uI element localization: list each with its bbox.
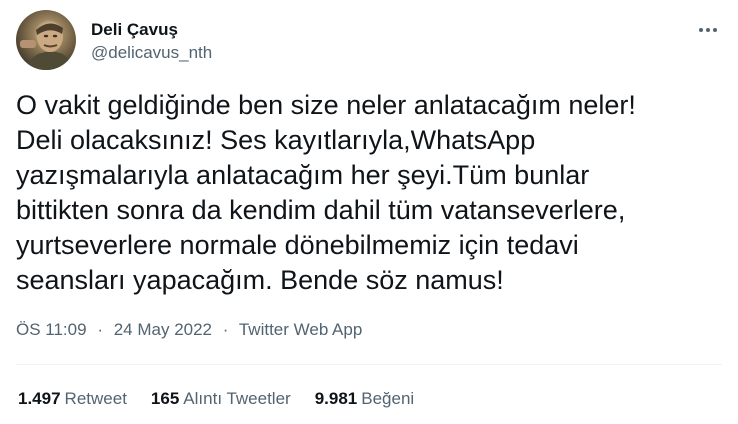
tweet-date[interactable]: 24 May 2022: [114, 320, 212, 339]
tweet-header: Deli Çavuş @delicavus_nth: [16, 10, 726, 70]
tweet-meta: ÖS 11:09 · 24 May 2022 · Twitter Web App: [16, 320, 362, 340]
tweet-text-line: yurtseverlere normale dönebilmemiz için …: [16, 230, 579, 260]
retweet-count-value: 1.497: [18, 389, 61, 408]
meta-separator: ·: [97, 320, 103, 339]
meta-separator: ·: [222, 320, 229, 339]
tweet-text-line: yazışmalarıyla anlatacağım her şeyi.Tüm …: [16, 160, 590, 190]
tweet-text-line: bittikten sonra da kendim dahil tüm vata…: [16, 195, 626, 225]
tweet-text-line: O vakit geldiğinde ben size neler anlata…: [16, 90, 636, 120]
more-options-button[interactable]: [694, 16, 722, 44]
tweet-text-line: Deli olacaksınız! Ses kayıtlarıyla,Whats…: [16, 125, 536, 155]
divider: [16, 364, 722, 365]
tweet-text: O vakit geldiğinde ben size neler anlata…: [16, 88, 726, 298]
quote-count[interactable]: 165 Alıntı Tweetler: [151, 389, 291, 409]
quote-label: Alıntı Tweetler: [183, 389, 291, 408]
like-label: Beğeni: [361, 389, 415, 408]
like-count[interactable]: 9.981 Beğeni: [315, 389, 414, 409]
tweet-stats: 1.497 Retweet 165 Alıntı Tweetler 9.981 Beğ…: [18, 389, 438, 409]
tweet-time[interactable]: ÖS 11:09: [16, 320, 87, 339]
tweet-card: Deli Çavuş @delicavus_nth O vakit geldiğ…: [0, 0, 738, 424]
like-count-value: 9.981: [314, 389, 358, 408]
tweet-source[interactable]: Twitter Web App: [239, 320, 362, 339]
author-name[interactable]: Deli Çavuş: [91, 20, 178, 40]
author-handle[interactable]: @delicavus_nth: [91, 43, 212, 63]
retweet-count[interactable]: 1.497 Retweet: [18, 389, 127, 409]
more-options-icon: [699, 28, 703, 32]
quote-count-value: 165: [150, 389, 180, 408]
more-options-icon: [706, 28, 710, 32]
retweet-label: Retweet: [64, 389, 127, 408]
avatar-portrait-image: [20, 22, 72, 70]
more-options-icon: [713, 28, 717, 32]
tweet-text-line: seansları yapacağım. Bende söz namus!: [16, 265, 504, 295]
avatar[interactable]: [16, 10, 76, 70]
